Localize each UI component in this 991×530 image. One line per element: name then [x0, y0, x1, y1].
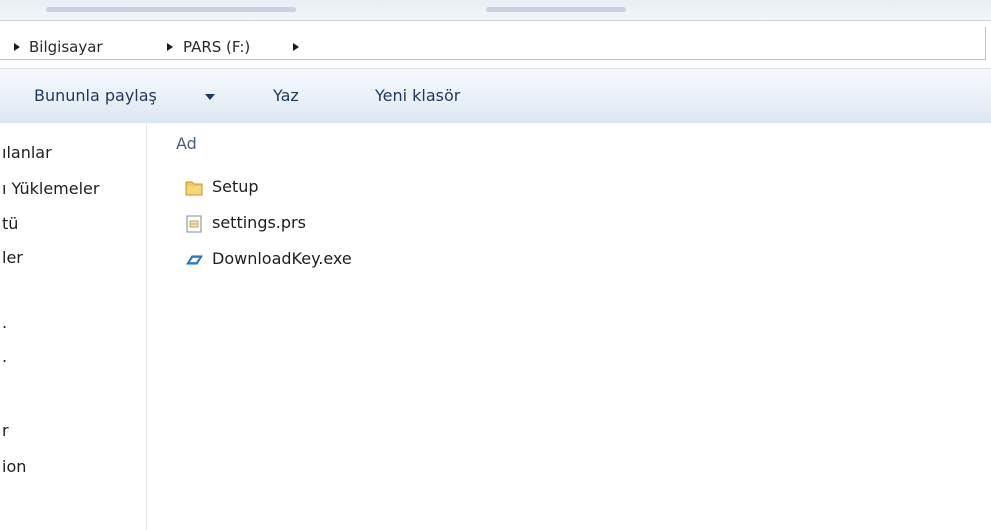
navigation-pane: ılanlar ı Yüklemeler tü ler . . r ion: [0, 123, 147, 530]
application-icon: [184, 250, 204, 270]
document-icon: [184, 214, 204, 234]
column-header-name[interactable]: Ad: [176, 134, 197, 153]
file-name: Setup: [212, 177, 259, 196]
nav-item-4[interactable]: .: [2, 313, 7, 332]
file-row-downloadkey[interactable]: DownloadKey.exe: [180, 246, 480, 274]
nav-item-7[interactable]: ion: [2, 457, 26, 476]
chevron-down-icon[interactable]: [205, 94, 215, 100]
breadcrumb-computer[interactable]: Bilgisayar: [29, 38, 103, 56]
breadcrumb[interactable]: Bilgisayar PARS (F:): [0, 27, 986, 60]
new-folder-button[interactable]: Yeni klasör: [375, 86, 460, 105]
folder-icon: [184, 178, 204, 198]
nav-item-desktop[interactable]: tü: [2, 214, 18, 233]
nav-item-libraries[interactable]: ler: [2, 248, 23, 267]
nav-item-6[interactable]: r: [2, 421, 9, 440]
file-row-settings[interactable]: settings.prs: [180, 210, 480, 238]
nav-item-favorites[interactable]: ılanlar: [2, 143, 52, 162]
search-blur: [486, 7, 626, 12]
breadcrumb-chevron-icon[interactable]: [293, 43, 299, 51]
breadcrumb-drive[interactable]: PARS (F:): [183, 38, 250, 56]
address-bar[interactable]: Bilgisayar PARS (F:): [0, 21, 991, 67]
breadcrumb-chevron-icon[interactable]: [14, 43, 20, 51]
share-with-button[interactable]: Bununla paylaş: [34, 86, 157, 105]
file-row-setup[interactable]: Setup: [180, 174, 480, 202]
command-bar: Bununla paylaş Yaz Yeni klasör: [0, 68, 991, 124]
file-name: DownloadKey.exe: [212, 249, 352, 268]
window-title-bar: [0, 0, 991, 21]
file-name: settings.prs: [212, 213, 306, 232]
file-list: Ad Setup settings.prs DownloadKey.exe: [147, 123, 991, 530]
breadcrumb-chevron-icon[interactable]: [167, 43, 173, 51]
title-blur: [46, 7, 296, 12]
burn-button[interactable]: Yaz: [273, 86, 299, 105]
nav-item-5[interactable]: .: [2, 347, 7, 366]
nav-item-downloads[interactable]: ı Yüklemeler: [2, 179, 99, 198]
